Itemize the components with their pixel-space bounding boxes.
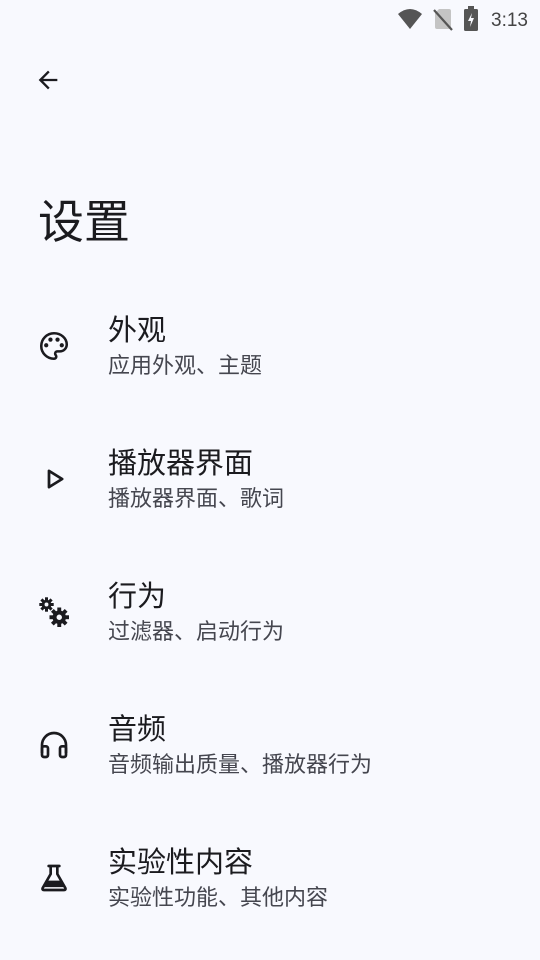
settings-item-title: 音频 xyxy=(108,712,167,746)
status-time: 3:13 xyxy=(491,10,528,31)
settings-item-subtitle: 播放器界面、歌词 xyxy=(108,487,285,512)
status-bar: 3:13 xyxy=(0,0,540,36)
settings-item-title: 外观 xyxy=(108,313,167,347)
headphones-icon xyxy=(36,727,72,763)
battery-charging-icon xyxy=(463,6,479,36)
settings-item-player-ui[interactable]: 播放器界面 播放器界面、歌词 xyxy=(0,419,540,552)
arrow-back-icon xyxy=(34,66,62,98)
play-icon xyxy=(36,461,72,497)
wifi-icon xyxy=(397,8,423,34)
settings-item-audio[interactable]: 音频 音频输出质量、播放器行为 xyxy=(0,685,540,818)
page-title: 设置 xyxy=(38,195,130,249)
settings-item-subtitle: 过滤器、启动行为 xyxy=(108,620,285,645)
settings-item-title: 播放器界面 xyxy=(108,446,254,480)
settings-item-subtitle: 音频输出质量、播放器行为 xyxy=(108,753,373,778)
back-button[interactable] xyxy=(24,58,72,106)
settings-item-title: 行为 xyxy=(108,579,167,613)
no-sim-icon xyxy=(433,7,453,35)
flask-icon xyxy=(36,860,72,896)
settings-item-behavior[interactable]: 行为 过滤器、启动行为 xyxy=(0,552,540,685)
settings-list: 外观 应用外观、主题 播放器界面 播放器界面、歌词 行为 过滤器、启动行为 音频… xyxy=(0,286,540,951)
gears-icon xyxy=(36,594,72,630)
settings-item-title: 实验性内容 xyxy=(108,845,254,879)
settings-item-experimental[interactable]: 实验性内容 实验性功能、其他内容 xyxy=(0,818,540,951)
palette-icon xyxy=(36,328,72,364)
status-icons: 3:13 xyxy=(397,6,528,36)
settings-item-subtitle: 应用外观、主题 xyxy=(108,354,263,379)
settings-item-appearance[interactable]: 外观 应用外观、主题 xyxy=(0,286,540,419)
settings-item-subtitle: 实验性功能、其他内容 xyxy=(108,886,329,911)
